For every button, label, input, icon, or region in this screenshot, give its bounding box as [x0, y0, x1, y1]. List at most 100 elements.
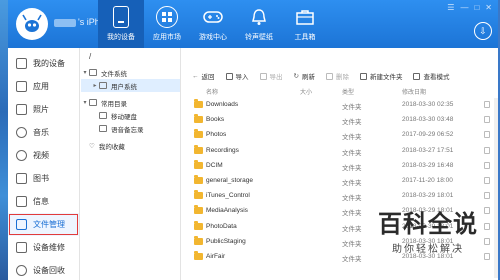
file-type: 文件夹 — [342, 149, 362, 157]
tree-common-dirs[interactable]: ▾ 常用目录 — [81, 96, 180, 109]
trash-icon[interactable] — [484, 161, 490, 169]
disk-icon — [99, 112, 107, 119]
file-toolbar: ← 返回 导入 导出 ↻ 刷新 删除 新建文件夹 查看模式 — [182, 68, 498, 84]
photo-icon — [16, 104, 27, 115]
tree-voice-memos[interactable]: 语音备忘录 — [81, 122, 180, 135]
file-type: 文件夹 — [342, 119, 362, 127]
file-type: 文件夹 — [342, 195, 362, 203]
repair-icon — [16, 242, 27, 253]
left-nav: 我的设备 应用 照片 音乐 视频 图书 信息 文件管理 设备维修 设备回收 — [8, 48, 80, 280]
file-date: 2018-03-29 18:01 — [402, 192, 454, 200]
back-button[interactable]: ← 返回 — [192, 71, 215, 82]
voice-memo-icon — [99, 125, 107, 132]
watermark-subtitle: 助你轻松解决 — [392, 244, 464, 255]
table-row[interactable]: iTunes_Control 文件夹 2018-03-29 18:01 — [182, 189, 498, 204]
folder-icon — [194, 144, 203, 154]
trash-icon[interactable] — [484, 131, 490, 139]
table-row[interactable]: DCIM 文件夹 2018-03-29 16:48 — [182, 159, 498, 174]
tab-toolbox[interactable]: 工具箱 — [282, 0, 328, 48]
file-date: 2017-09-29 06:52 — [402, 131, 454, 139]
app-logo-icon — [16, 8, 48, 40]
col-size[interactable]: 大小 — [300, 87, 312, 96]
folder-icon — [194, 159, 203, 169]
table-row[interactable]: Books 文件夹 2018-03-30 03:48 — [182, 113, 498, 128]
computer-icon — [89, 69, 97, 76]
menu-icon[interactable]: ☰ — [447, 3, 454, 12]
file-type: 文件夹 — [342, 255, 362, 263]
tab-label: 我的设备 — [107, 34, 135, 41]
apps-icon — [16, 81, 27, 92]
nav-file-manager[interactable]: 文件管理 — [8, 213, 79, 236]
caret-down-icon: ▾ — [83, 100, 87, 106]
trash-icon[interactable] — [484, 101, 490, 108]
tab-ringtones[interactable]: 铃声壁纸 — [236, 0, 282, 48]
refresh-icon: ↻ — [293, 73, 299, 80]
nav-label: 信息 — [33, 197, 49, 206]
export-icon — [259, 72, 267, 80]
export-button[interactable]: 导出 — [259, 71, 283, 81]
watermark-title: 百科全说 — [378, 211, 478, 238]
folder-icon — [194, 190, 203, 200]
import-button[interactable]: 导入 — [225, 71, 249, 81]
nav-label: 应用 — [33, 82, 49, 91]
scrollbar[interactable] — [494, 98, 498, 278]
caret-down-icon: ▾ — [83, 70, 87, 76]
window-controls: ☰ — □ ✕ — [447, 3, 492, 12]
new-folder-button[interactable]: 新建文件夹 — [359, 71, 402, 81]
table-row[interactable]: Downloads 文件夹 2018-03-30 02:35 — [182, 98, 498, 113]
delete-button[interactable]: 删除 — [325, 71, 349, 81]
desktop-background — [0, 0, 8, 280]
nav-photos[interactable]: 照片 — [8, 98, 79, 121]
nav-my-device[interactable]: 我的设备 — [8, 52, 79, 75]
nav-device-repair[interactable]: 设备维修 — [8, 236, 79, 259]
tree-label: 移动硬盘 — [111, 113, 137, 121]
nav-video[interactable]: 视频 — [8, 144, 79, 167]
tree-mobile-disk[interactable]: 移动硬盘 — [81, 109, 180, 122]
folder-icon — [194, 129, 203, 139]
tree-user-system[interactable]: ▸ 用户系统 — [81, 79, 180, 92]
toolbox-icon — [294, 6, 316, 28]
nav-device-recycle[interactable]: 设备回收 — [8, 259, 79, 280]
file-date: 2018-03-30 02:35 — [402, 101, 454, 108]
tree-favorites[interactable]: ♡ 我的收藏 — [81, 139, 180, 152]
tab-app-market[interactable]: 应用市场 — [144, 0, 190, 48]
view-mode-button[interactable]: 查看模式 — [413, 71, 449, 81]
close-icon[interactable]: ✕ — [485, 3, 492, 12]
file-name: Recordings — [206, 146, 239, 154]
download-icon[interactable]: ⇩ — [474, 22, 492, 40]
table-row[interactable]: Recordings 文件夹 2018-03-27 17:51 — [182, 144, 498, 159]
trash-icon[interactable] — [484, 146, 490, 154]
maximize-icon[interactable]: □ — [474, 3, 479, 12]
tree-label: 语音备忘录 — [111, 126, 144, 134]
nav-label: 设备回收 — [33, 266, 65, 275]
directory-tree: / ▾ 文件系统 ▸ 用户系统 ▾ 常用目录 移动硬盘 语音备忘录 ♡ 我的收藏 — [81, 48, 181, 280]
caret-right-icon: ▸ — [93, 83, 97, 89]
refresh-button[interactable]: ↻ 刷新 — [294, 71, 315, 81]
nav-messages[interactable]: 信息 — [8, 190, 79, 213]
col-type[interactable]: 类型 — [342, 87, 354, 96]
file-name: MediaAnalysis — [206, 207, 248, 215]
table-row[interactable]: general_storage 文件夹 2017-11-20 18:00 — [182, 174, 498, 189]
tab-game-center[interactable]: 游戏中心 — [190, 0, 236, 48]
view-mode-icon — [413, 72, 421, 80]
column-header: 名称 大小 类型 修改日期 — [182, 85, 498, 97]
trash-icon[interactable] — [484, 192, 490, 200]
nav-music[interactable]: 音乐 — [8, 121, 79, 144]
trash-icon[interactable] — [484, 176, 490, 184]
col-date[interactable]: 修改日期 — [402, 87, 426, 96]
file-type: 文件夹 — [342, 179, 362, 187]
app-window: 's iPho... ▾ 我的设备 应用市场 游戏中心 — [8, 0, 498, 280]
tree-file-system[interactable]: ▾ 文件系统 — [81, 66, 180, 79]
col-name[interactable]: 名称 — [206, 87, 218, 96]
nav-label: 音乐 — [33, 128, 49, 137]
file-name: Downloads — [206, 101, 239, 108]
tab-my-device[interactable]: 我的设备 — [98, 0, 144, 48]
folder-icon — [194, 235, 203, 245]
minimize-icon[interactable]: — — [460, 3, 468, 12]
nav-apps[interactable]: 应用 — [8, 75, 79, 98]
tab-label: 铃声壁纸 — [245, 34, 273, 41]
file-date: 2018-03-29 16:48 — [402, 161, 454, 169]
nav-books[interactable]: 图书 — [8, 167, 79, 190]
trash-icon[interactable] — [484, 116, 490, 124]
table-row[interactable]: Photos 文件夹 2017-09-29 06:52 — [182, 128, 498, 143]
